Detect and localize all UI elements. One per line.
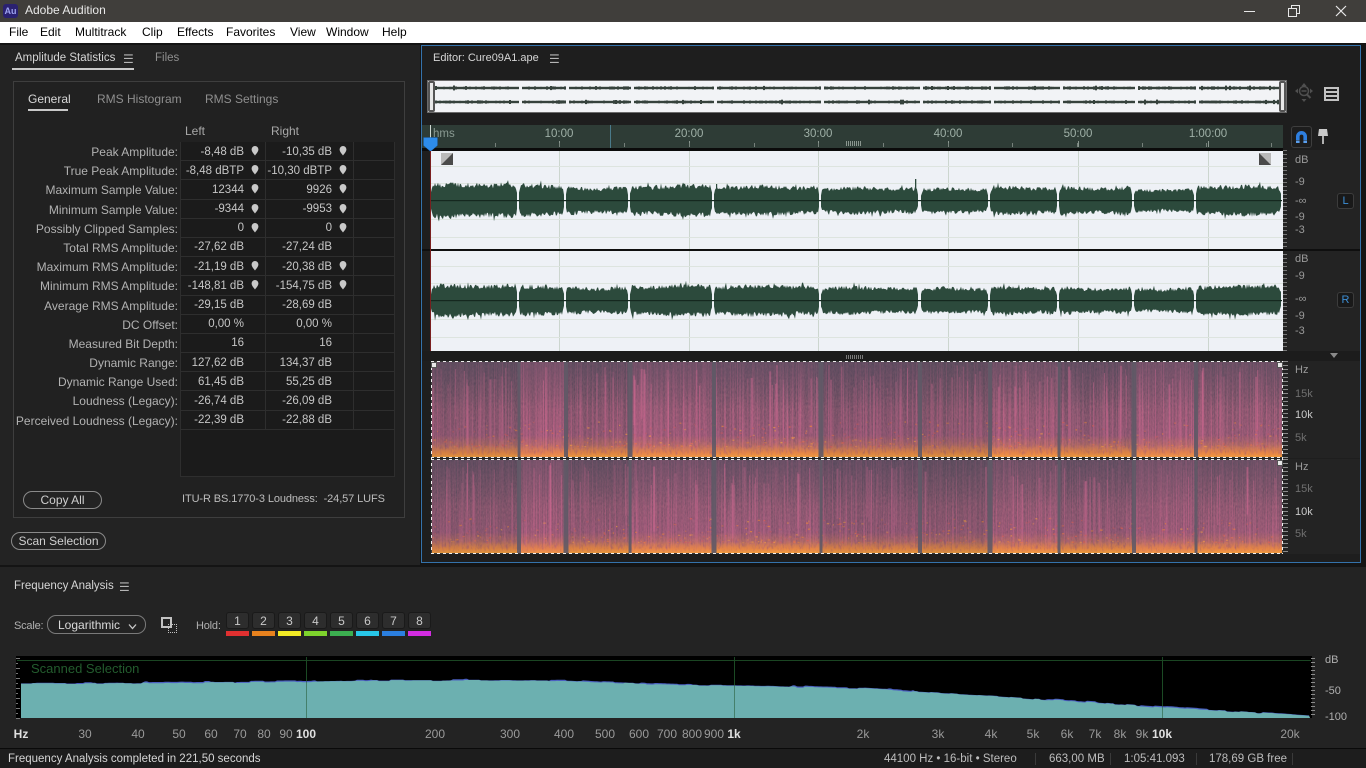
svg-text:Scanned Selection: Scanned Selection bbox=[31, 661, 139, 676]
